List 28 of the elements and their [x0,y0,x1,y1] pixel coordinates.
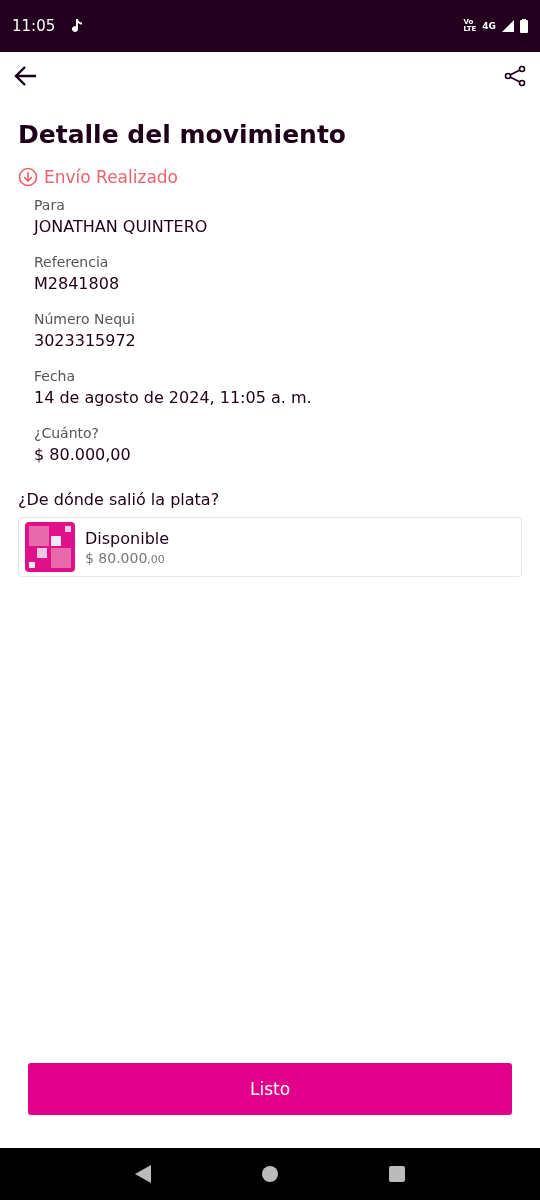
field-label: Referencia [34,254,110,270]
field-value: 3023315972 [34,331,137,350]
page-title: Detalle del movimiento [18,120,348,149]
back-button[interactable] [14,65,38,87]
transaction-status: Envío Realizado [44,167,178,187]
field-label: Fecha [34,368,77,384]
battery-icon [520,19,528,33]
account-name: Disponible [85,528,170,548]
share-button[interactable] [504,65,526,87]
field-value: $ 80.000,00 [34,445,132,464]
account-cents: ,00 [147,552,165,566]
network-type: 4G [482,21,496,31]
signal-icon [502,20,514,32]
back-triangle-icon[interactable] [135,1165,152,1183]
field-value: JONATHAN QUINTERO [34,217,209,236]
section-heading: ¿De dónde salió la plata? [18,490,221,509]
field-value: M2841808 [34,274,121,293]
status-time: 11:05 [12,17,56,35]
field-label: Para [34,197,66,213]
account-amount: $ 80.000 [85,549,148,566]
down-arrow-circle-icon [18,167,38,187]
field-value: 14 de agosto de 2024, 11:05 a. m. [34,388,313,407]
account-icon [25,522,75,572]
field-label: ¿Cuánto? [34,425,101,441]
recents-square-icon[interactable] [388,1166,405,1182]
home-circle-icon[interactable] [262,1166,278,1182]
done-button[interactable]: Listo [28,1063,512,1115]
field-label: Número Nequi [34,311,136,327]
